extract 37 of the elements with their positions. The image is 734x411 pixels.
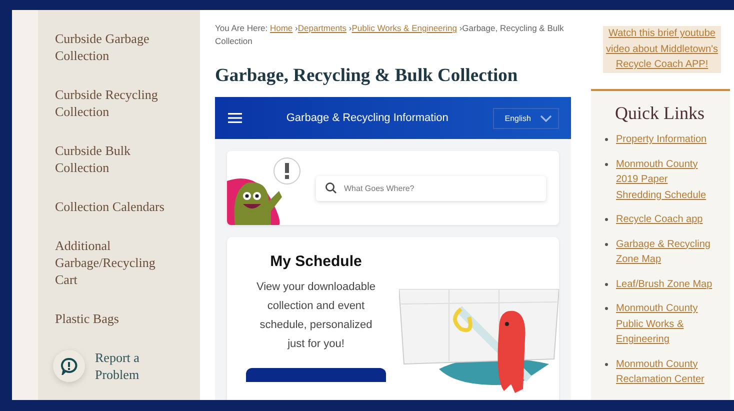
sidebar-link[interactable]: Collection Calendars [55,198,177,215]
speech-bubble-exclamation-icon[interactable] [53,350,85,382]
schedule-description: View your downloadable collection and event schedule, personalized just for you! [255,280,377,352]
sidebar-link[interactable]: Plastic Bags [55,310,177,327]
search-icon [325,182,337,194]
quick-link[interactable]: Property Information [616,132,707,148]
quick-links-title: Quick Links [615,103,706,124]
breadcrumb-link[interactable]: Home [270,23,293,33]
report-problem-link[interactable]: Report a Problem [95,349,155,383]
schedule-title: My Schedule [270,253,362,270]
quick-link[interactable]: Monmouth County Reclamation Center [616,356,716,388]
breadcrumb-link[interactable]: Departments [298,23,347,33]
quick-link[interactable]: Recycle Coach app [616,212,703,228]
breadcrumb-link[interactable]: Public Works & Engineering [352,23,457,33]
breadcrumb: You Are Here: Home ›Departments ›Public Works & Engineering ›Garbage, Recycling & Bulk Collection [215,22,565,48]
bullet-icon [605,162,608,166]
chevron-down-icon [540,114,552,122]
search-field[interactable]: What Goes Where? [316,176,546,200]
quick-link[interactable]: Garbage & Recycling Zone Map [616,236,716,268]
bullet-icon [605,307,608,310]
bullet-icon [605,282,608,286]
bullet-icon [605,242,608,246]
bullet-icon [605,362,608,366]
sidebar-link[interactable]: Additional Garbage/Recycling Cart [55,237,177,288]
menu-icon[interactable] [228,113,242,123]
widget-title: Garbage & Recycling Information [285,112,450,124]
video-link[interactable]: Watch this brief youtube video about Middletown's Recycle Coach APP! [603,26,721,72]
quick-link[interactable]: Monmouth County Public Works & Engineering [616,301,716,348]
quick-link[interactable]: Monmouth County 2019 Paper Shredding Schedule [616,156,716,203]
bullet-icon [605,218,608,221]
sidebar-link[interactable]: Curbside Garbage Collection [55,30,177,64]
bullet-icon [605,138,608,141]
page-title: Garbage, Recycling & Bulk Collection [215,66,519,87]
sidebar-link[interactable]: Curbside Recycling Collection [55,86,177,120]
quick-link[interactable]: Leaf/Brush Zone Map [616,276,712,292]
sidebar-link[interactable]: Curbside Bulk Collection [55,142,177,176]
language-dropdown[interactable]: English [492,108,559,128]
